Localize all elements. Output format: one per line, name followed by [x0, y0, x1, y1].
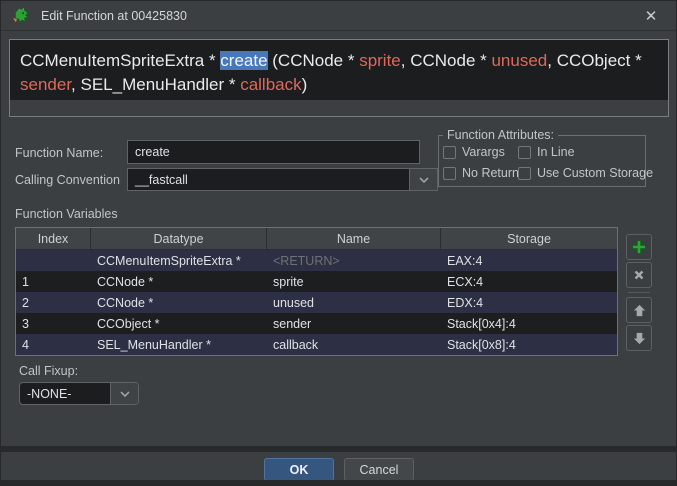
- move-down-button[interactable]: [626, 325, 652, 351]
- column-header-storage[interactable]: Storage: [441, 228, 617, 249]
- function-name-label: Function Name:: [15, 146, 104, 160]
- cell-index[interactable]: 2: [16, 296, 91, 310]
- signature-segment-plain: (CCNode *: [267, 51, 360, 70]
- signature-segment-param: callback: [240, 75, 302, 94]
- signature-panel: CCMenuItemSpriteExtra * create (CCNode *…: [9, 39, 669, 117]
- signature-segment-param: sprite: [359, 51, 401, 70]
- function-attributes-checkboxes: Varargs In Line No Return Use Custom Storag…: [443, 145, 653, 180]
- checkbox-no-return[interactable]: No Return: [443, 166, 519, 180]
- signature-segment-param: unused: [491, 51, 548, 70]
- cell-name[interactable]: <RETURN>: [267, 254, 441, 268]
- delete-variable-button[interactable]: [626, 262, 652, 288]
- function-variables-label: Function Variables: [15, 207, 118, 221]
- signature-segment-plain: CCMenuItemSpriteExtra *: [20, 51, 221, 70]
- table-row[interactable]: 2 CCNode * unused EDX:4: [16, 292, 617, 313]
- delete-x-icon: [634, 270, 644, 280]
- move-up-button[interactable]: [626, 297, 652, 323]
- signature-segment-plain: , SEL_MenuHandler *: [71, 75, 241, 94]
- checkbox-label: No Return: [462, 166, 519, 180]
- cell-name[interactable]: sender: [267, 317, 441, 331]
- signature-text[interactable]: CCMenuItemSpriteExtra * create (CCNode *…: [10, 40, 668, 100]
- cell-datatype[interactable]: CCMenuItemSpriteExtra *: [91, 254, 267, 268]
- cell-storage[interactable]: EDX:4: [441, 296, 617, 310]
- chevron-down-icon[interactable]: [409, 169, 437, 190]
- table-row[interactable]: 1 CCNode * sprite ECX:4: [16, 271, 617, 292]
- function-name-input[interactable]: create: [127, 140, 420, 164]
- checkbox-varargs[interactable]: Varargs: [443, 145, 518, 159]
- plus-icon: [632, 240, 646, 254]
- checkbox-box[interactable]: [443, 145, 456, 159]
- cell-datatype[interactable]: CCObject *: [91, 317, 267, 331]
- checkbox-box[interactable]: [518, 145, 531, 159]
- cell-storage[interactable]: ECX:4: [441, 275, 617, 289]
- call-fixup-value: -NONE-: [27, 386, 72, 401]
- dialog-title: Edit Function at 00425830: [41, 8, 187, 23]
- table-row[interactable]: 4 SEL_MenuHandler * callback Stack[0x8]:4: [16, 334, 617, 355]
- checkbox-in-line[interactable]: In Line: [518, 145, 653, 159]
- signature-segment-plain: ): [301, 75, 308, 94]
- calling-convention-label: Calling Convention: [15, 173, 120, 187]
- table-row[interactable]: CCMenuItemSpriteExtra * <RETURN> EAX:4: [16, 250, 617, 271]
- cell-name[interactable]: unused: [267, 296, 441, 310]
- column-header-datatype[interactable]: Datatype: [91, 228, 267, 249]
- checkbox-use-custom-storage[interactable]: Use Custom Storage: [518, 166, 653, 180]
- title-bar[interactable]: Edit Function at 00425830 ✕: [1, 1, 676, 31]
- function-variables-table: Index Datatype Name Storage CCMenuItemSprit…: [15, 227, 618, 356]
- cell-storage[interactable]: Stack[0x8]:4: [441, 338, 617, 352]
- cell-datatype[interactable]: SEL_MenuHandler *: [91, 338, 267, 352]
- signature-segment-plain: , CCNode *: [400, 51, 492, 70]
- checkbox-box[interactable]: [518, 166, 531, 180]
- add-variable-button[interactable]: [626, 234, 652, 260]
- table-header-row: Index Datatype Name Storage: [16, 228, 617, 250]
- signature-segment-plain: , CCObject *: [547, 51, 642, 70]
- column-header-name[interactable]: Name: [267, 228, 441, 249]
- checkbox-label: Use Custom Storage: [537, 166, 654, 180]
- signature-segment-selected: create: [220, 51, 268, 70]
- window-bottom-edge: [1, 480, 676, 485]
- checkbox-box[interactable]: [443, 166, 456, 180]
- cell-index[interactable]: 1: [16, 275, 91, 289]
- cell-storage[interactable]: EAX:4: [441, 254, 617, 268]
- cell-datatype[interactable]: CCNode *: [91, 296, 267, 310]
- cell-index[interactable]: 3: [16, 317, 91, 331]
- arrow-down-icon: [633, 332, 645, 344]
- column-header-index[interactable]: Index: [16, 228, 91, 249]
- function-attributes-title: Function Attributes:: [443, 128, 559, 142]
- cell-index[interactable]: 4: [16, 338, 91, 352]
- ok-button[interactable]: OK: [264, 458, 334, 481]
- cell-storage[interactable]: Stack[0x4]:4: [441, 317, 617, 331]
- cell-name[interactable]: callback: [267, 338, 441, 352]
- table-row[interactable]: 3 CCObject * sender Stack[0x4]:4: [16, 313, 617, 334]
- chevron-down-icon[interactable]: [110, 383, 138, 404]
- checkbox-label: In Line: [537, 145, 575, 159]
- cell-datatype[interactable]: CCNode *: [91, 275, 267, 289]
- checkbox-label: Varargs: [462, 145, 505, 159]
- calling-convention-value: __fastcall: [135, 172, 188, 187]
- call-fixup-label: Call Fixup:: [19, 364, 79, 378]
- call-fixup-dropdown[interactable]: -NONE-: [19, 382, 139, 405]
- close-icon[interactable]: ✕: [636, 4, 666, 28]
- cancel-button[interactable]: Cancel: [344, 458, 414, 481]
- calling-convention-dropdown[interactable]: __fastcall: [127, 168, 438, 191]
- function-name-value: create: [135, 145, 170, 159]
- button-divider: [628, 292, 650, 293]
- status-strip: [1, 446, 676, 452]
- arrow-up-icon: [633, 304, 645, 316]
- ghidra-dragon-icon: [13, 7, 29, 23]
- edit-function-dialog: Edit Function at 00425830 ✕ CCMenuItemSp…: [0, 0, 677, 486]
- cell-name[interactable]: sprite: [267, 275, 441, 289]
- signature-segment-param: sender: [20, 75, 72, 94]
